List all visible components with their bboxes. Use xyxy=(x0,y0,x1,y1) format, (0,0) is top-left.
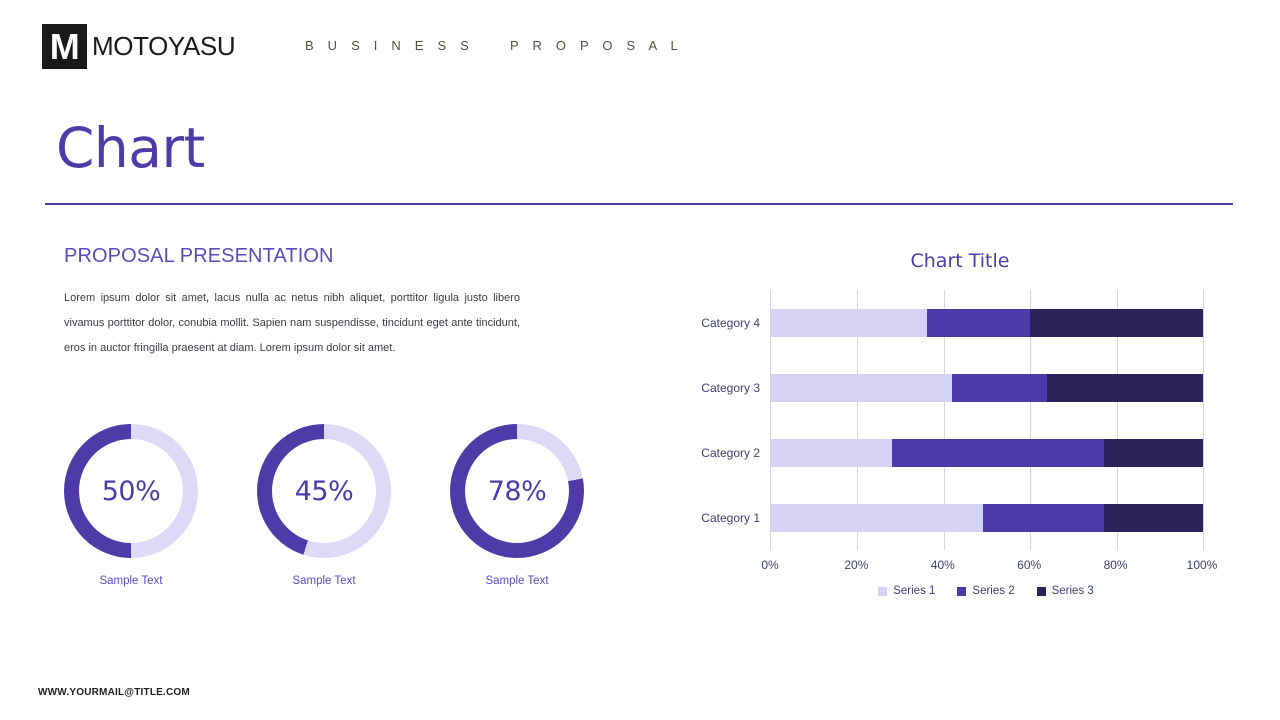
x-axis-tick-label: 40% xyxy=(930,558,955,572)
donut-center: 50% xyxy=(79,439,183,543)
bar-segment xyxy=(771,438,892,467)
bar-segment xyxy=(771,373,953,402)
bar-segment xyxy=(1047,373,1203,402)
legend-item[interactable]: Series 3 xyxy=(1036,585,1094,597)
donut-caption: Sample Text xyxy=(485,575,549,587)
chart-title: Chart Title xyxy=(910,250,1010,272)
legend-label: Series 3 xyxy=(1051,585,1094,597)
donut-item: 45% Sample Text xyxy=(257,424,391,587)
bar-segment xyxy=(771,308,927,337)
header-tag-proposal: P R O P O S A L xyxy=(510,38,683,53)
bar-segment xyxy=(982,503,1104,532)
bar-segment xyxy=(1030,308,1203,337)
bar-segment xyxy=(891,438,1104,467)
donut-chart-row: 50% Sample Text 45% Sample Text 78% Sample Te… xyxy=(64,424,584,587)
donut-value: 50% xyxy=(101,475,161,507)
bar-row xyxy=(771,308,1203,337)
y-axis-tick-label: Category 3 xyxy=(701,380,760,395)
y-axis-tick-label: Category 2 xyxy=(701,445,760,460)
legend-swatch-icon xyxy=(1036,586,1046,596)
legend-item[interactable]: Series 2 xyxy=(957,585,1015,597)
donut-ring: 50% xyxy=(64,424,198,558)
donut-caption: Sample Text xyxy=(99,575,163,587)
footer-email: WWW.YOURMAIL@TITLE.COM xyxy=(38,687,190,698)
logo-mark-icon: M xyxy=(42,24,87,69)
plot-area xyxy=(770,290,1204,550)
plot-wrapper: Category 1 Category 2 Category 3 Category 4… xyxy=(660,290,1230,572)
bar-chart: Chart Title Category 1 Category 2 Category… xyxy=(660,250,1230,622)
title-divider xyxy=(45,203,1233,205)
section-heading: PROPOSAL PRESENTATION xyxy=(64,245,334,267)
donut-center: 78% xyxy=(465,439,569,543)
bar-row xyxy=(771,373,1203,402)
bar-segment xyxy=(771,503,983,532)
legend-label: Series 2 xyxy=(972,585,1015,597)
bar-segment xyxy=(1103,438,1203,467)
legend-item[interactable]: Series 1 xyxy=(878,585,935,597)
header-tag-business: B U S I N E S S xyxy=(305,38,475,53)
donut-item: 50% Sample Text xyxy=(64,424,198,587)
donut-item: 78% Sample Text xyxy=(450,424,584,587)
left-content-column: PROPOSAL PRESENTATION Lorem ipsum dolor … xyxy=(64,245,534,360)
donut-value: 78% xyxy=(487,475,547,507)
legend-swatch-icon xyxy=(878,586,888,596)
page-title: Chart xyxy=(56,116,205,180)
legend-label: Series 1 xyxy=(893,585,936,597)
bar-segment xyxy=(952,373,1048,402)
x-axis-tick-label: 100% xyxy=(1186,558,1218,572)
bar-row xyxy=(771,438,1203,467)
donut-caption: Sample Text xyxy=(292,575,356,587)
bar-segment xyxy=(926,308,1031,337)
x-axis-tick-label: 0% xyxy=(761,558,779,572)
slide-header: M MOTOYASU B U S I N E S S P R O P O S A… xyxy=(0,0,1280,92)
body-paragraph: Lorem ipsum dolor sit amet, lacus nulla … xyxy=(64,292,520,354)
brand-logo: M MOTOYASU xyxy=(42,24,236,69)
legend-swatch-icon xyxy=(957,586,967,596)
y-axis-labels: Category 1 Category 2 Category 3 Category 4 xyxy=(660,290,770,550)
bar-row xyxy=(771,503,1203,532)
y-axis-tick-label: Category 4 xyxy=(701,315,760,330)
y-axis-tick-label: Category 1 xyxy=(701,510,760,525)
x-axis-tick-label: 80% xyxy=(1103,558,1128,572)
donut-ring: 78% xyxy=(450,424,584,558)
x-axis-labels: 0% 20% 40% 60% 80% 100% xyxy=(761,558,1217,578)
bar-segment xyxy=(1103,503,1203,532)
brand-name: MOTOYASU xyxy=(92,31,236,61)
x-axis-tick-label: 60% xyxy=(1017,558,1042,572)
donut-value: 45% xyxy=(294,475,354,507)
gridline xyxy=(1203,290,1204,550)
x-axis-tick-label: 20% xyxy=(844,558,869,572)
donut-center: 45% xyxy=(272,439,376,543)
donut-ring: 45% xyxy=(257,424,391,558)
chart-legend: Series 1 Series 2 Series 3 xyxy=(770,585,1202,597)
